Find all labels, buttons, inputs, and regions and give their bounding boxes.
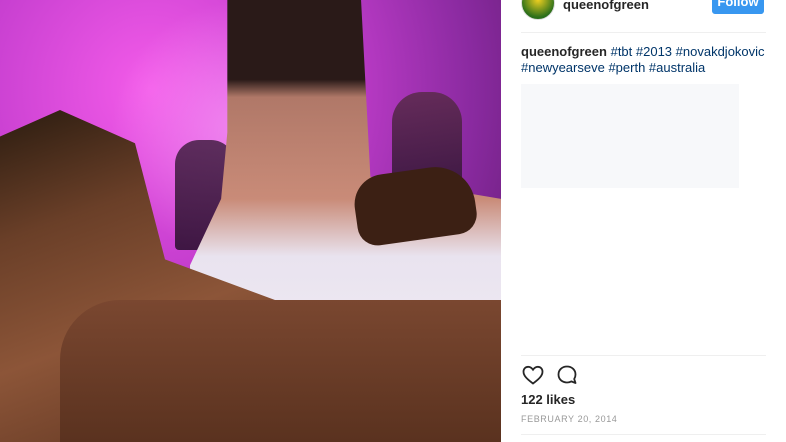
- divider: [521, 434, 766, 435]
- post-photo[interactable]: [0, 0, 501, 442]
- divider: [521, 32, 766, 33]
- header-username[interactable]: queenofgreen: [563, 0, 649, 12]
- avatar[interactable]: [521, 0, 555, 20]
- follow-button[interactable]: Follow: [712, 0, 764, 14]
- comments-area: [521, 84, 739, 188]
- arm-foreground: [60, 300, 501, 442]
- divider: [521, 355, 766, 356]
- heart-icon[interactable]: [521, 363, 545, 387]
- caption-username[interactable]: queenofgreen: [521, 44, 607, 59]
- comment-icon[interactable]: [555, 363, 579, 387]
- post-date: FEBRUARY 20, 2014: [521, 414, 618, 424]
- action-bar: [521, 363, 579, 387]
- post-caption: queenofgreen #tbt #2013 #novakdjokovic #…: [521, 44, 771, 76]
- post-sidebar: queenofgreen Follow queenofgreen #tbt #2…: [501, 0, 786, 442]
- likes-count[interactable]: 122 likes: [521, 392, 575, 407]
